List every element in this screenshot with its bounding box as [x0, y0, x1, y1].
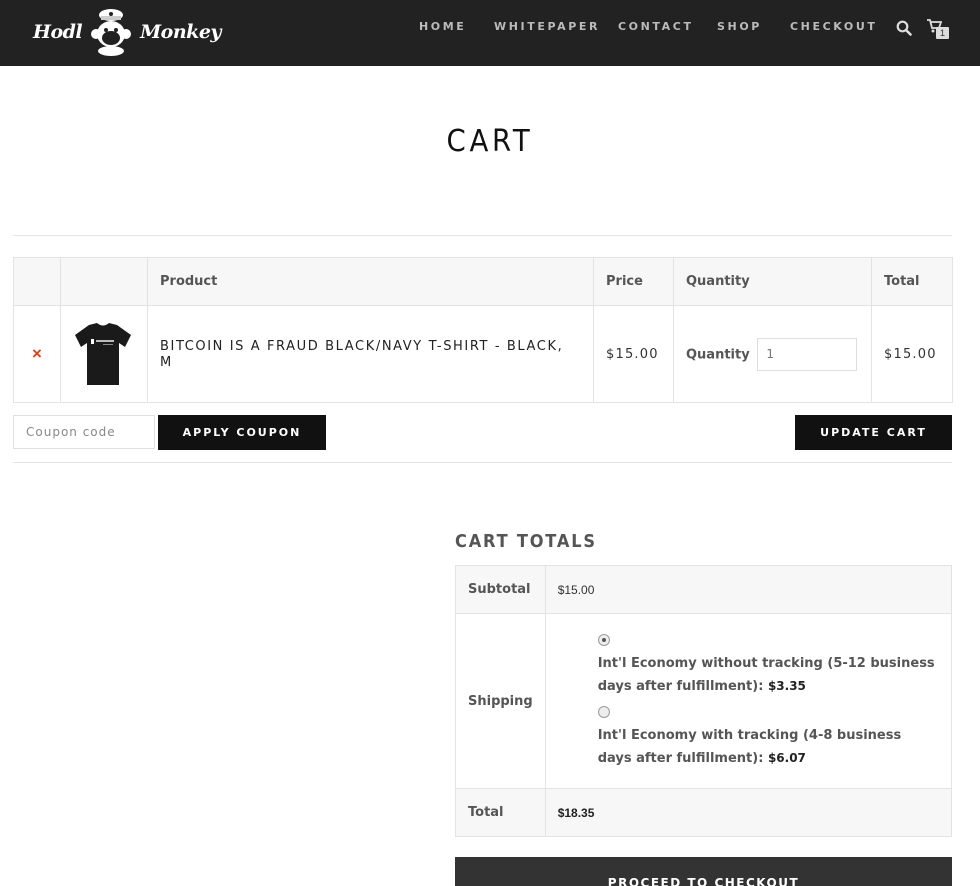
order-total-row: Total $18.35: [455, 788, 953, 837]
divider: [13, 462, 952, 463]
thumbnail-cell: [60, 305, 148, 403]
nav-contact[interactable]: CONTACT: [618, 20, 694, 33]
price-cell: $15.00: [593, 305, 674, 403]
remove-cell: ×: [13, 305, 61, 403]
shipping-option-amount: $6.07: [767, 751, 806, 765]
col-price: Price: [593, 257, 674, 306]
subtotal-label: Subtotal: [455, 565, 546, 614]
col-remove: [13, 257, 61, 306]
monkey-mascot-icon: [91, 9, 132, 56]
shipping-option-tracking[interactable]: Int'l Economy with tracking (4-8 busines…: [598, 724, 939, 770]
nav-shop[interactable]: SHOP: [717, 20, 762, 33]
site-header: Hodl Monkey HOME WHITEPAPER CONTACT SHOP…: [0, 0, 980, 66]
nav-home[interactable]: HOME: [419, 20, 466, 33]
cart-totals-table: Subtotal $15.00 Shipping Int'l Economy w…: [455, 565, 953, 837]
logo-text-left: Hodl: [33, 21, 83, 43]
subtotal-value: $15.00: [544, 565, 953, 614]
proceed-to-checkout-button[interactable]: PROCEED TO CHECKOUT: [455, 857, 952, 886]
col-quantity: Quantity: [673, 257, 872, 306]
nav-whitepaper[interactable]: WHITEPAPER: [494, 20, 600, 33]
item-total: $15.00: [884, 347, 937, 362]
product-name-link[interactable]: BITCOIN IS A FRAUD BLACK/NAVY T-SHIRT - …: [160, 339, 563, 370]
cart-table: Product Price Quantity Total × BITCOIN I…: [13, 257, 953, 403]
nav-checkout[interactable]: CHECKOUT: [790, 20, 877, 33]
shipping-option-no-tracking[interactable]: Int'l Economy without tracking (5-12 bus…: [598, 652, 939, 698]
shipping-options: Int'l Economy without tracking (5-12 bus…: [544, 613, 953, 789]
order-total-value: $18.35: [557, 805, 595, 820]
shipping-radio-tracking[interactable]: [597, 706, 610, 718]
shipping-option-text: Int'l Economy with tracking (4-8 busines…: [597, 728, 902, 766]
page-title: CART: [446, 124, 534, 159]
quantity-input[interactable]: [757, 337, 858, 371]
update-cart-button[interactable]: UPDATE CART: [795, 415, 952, 450]
product-cell: BITCOIN IS A FRAUD BLACK/NAVY T-SHIRT - …: [147, 305, 594, 403]
total-cell: $15.00: [871, 305, 953, 403]
remove-item-icon[interactable]: ×: [26, 344, 48, 364]
search-icon[interactable]: [896, 20, 912, 36]
cart-row: × BITCOIN IS A FRAUD BLACK/NAVY T-SHIRT …: [13, 305, 953, 403]
item-price: $15.00: [606, 347, 659, 362]
shipping-row: Shipping Int'l Economy without tracking …: [455, 613, 953, 789]
total-label: Total: [455, 788, 546, 837]
col-total: Total: [871, 257, 953, 306]
site-logo[interactable]: Hodl Monkey: [33, 8, 221, 56]
cart-totals-heading: CART TOTALS: [455, 531, 597, 552]
col-product: Product: [147, 257, 594, 306]
shipping-label: Shipping: [455, 613, 546, 789]
product-thumbnail[interactable]: [73, 321, 133, 387]
subtotal-row: Subtotal $15.00: [455, 565, 953, 614]
quantity-label: Quantity: [686, 347, 750, 362]
divider: [13, 235, 952, 236]
shipping-radio-no-tracking[interactable]: [597, 634, 610, 646]
logo-text-right: Monkey: [140, 21, 221, 43]
col-thumbnail: [60, 257, 148, 306]
shipping-option-amount: $3.35: [767, 679, 806, 693]
cart-table-header: Product Price Quantity Total: [13, 257, 953, 306]
cart-count-badge: 1: [936, 27, 949, 39]
shipping-option-text: Int'l Economy without tracking (5-12 bus…: [597, 656, 935, 694]
apply-coupon-button[interactable]: APPLY COUPON: [158, 415, 326, 450]
coupon-code-input[interactable]: [13, 415, 155, 449]
quantity-cell: Quantity: [673, 305, 872, 403]
